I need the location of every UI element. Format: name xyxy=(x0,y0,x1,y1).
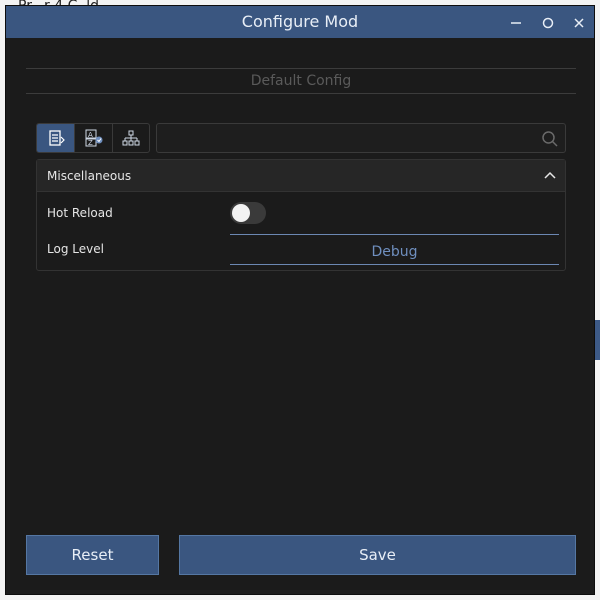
close-button[interactable] xyxy=(565,6,593,38)
svg-text:A: A xyxy=(88,131,93,139)
hot-reload-label: Hot Reload xyxy=(47,206,113,220)
configure-mod-dialog: Configure Mod Default Config A Z Miscell… xyxy=(5,5,595,595)
alphabetical-sort-button[interactable]: A Z xyxy=(74,124,111,152)
hot-reload-toggle[interactable] xyxy=(230,202,266,224)
minimize-icon xyxy=(511,21,521,24)
chevron-up-icon xyxy=(544,171,556,179)
svg-text:Z: Z xyxy=(88,139,93,147)
minimize-button[interactable] xyxy=(502,6,530,38)
maximize-button[interactable] xyxy=(534,6,562,38)
dropdown-underline xyxy=(230,264,559,265)
row-divider xyxy=(230,234,559,235)
group-title: Miscellaneous xyxy=(47,169,132,183)
toggle-knob xyxy=(232,204,250,222)
categorized-view-button[interactable] xyxy=(37,124,75,152)
close-icon xyxy=(574,17,584,28)
settings-group-miscellaneous: Miscellaneous Hot Reload Log Level Debug xyxy=(36,159,566,271)
reset-button[interactable]: Reset xyxy=(26,535,159,575)
config-section-header: Default Config xyxy=(26,68,576,94)
log-level-label: Log Level xyxy=(47,242,104,256)
hierarchy-view-button[interactable] xyxy=(111,124,149,152)
view-toolbar: A Z xyxy=(36,123,150,153)
search-field xyxy=(156,123,566,153)
log-level-dropdown[interactable]: Debug xyxy=(230,242,559,262)
sort-alphabetical-icon: A Z xyxy=(85,129,102,147)
search-input[interactable] xyxy=(163,128,537,150)
hierarchy-tree-icon xyxy=(122,130,140,146)
title-bar[interactable]: Configure Mod xyxy=(6,6,594,38)
maximize-icon xyxy=(542,17,554,28)
save-button[interactable]: Save xyxy=(179,535,576,575)
search-icon xyxy=(542,131,558,147)
categorized-list-icon xyxy=(49,130,65,146)
group-header[interactable]: Miscellaneous xyxy=(37,160,565,192)
